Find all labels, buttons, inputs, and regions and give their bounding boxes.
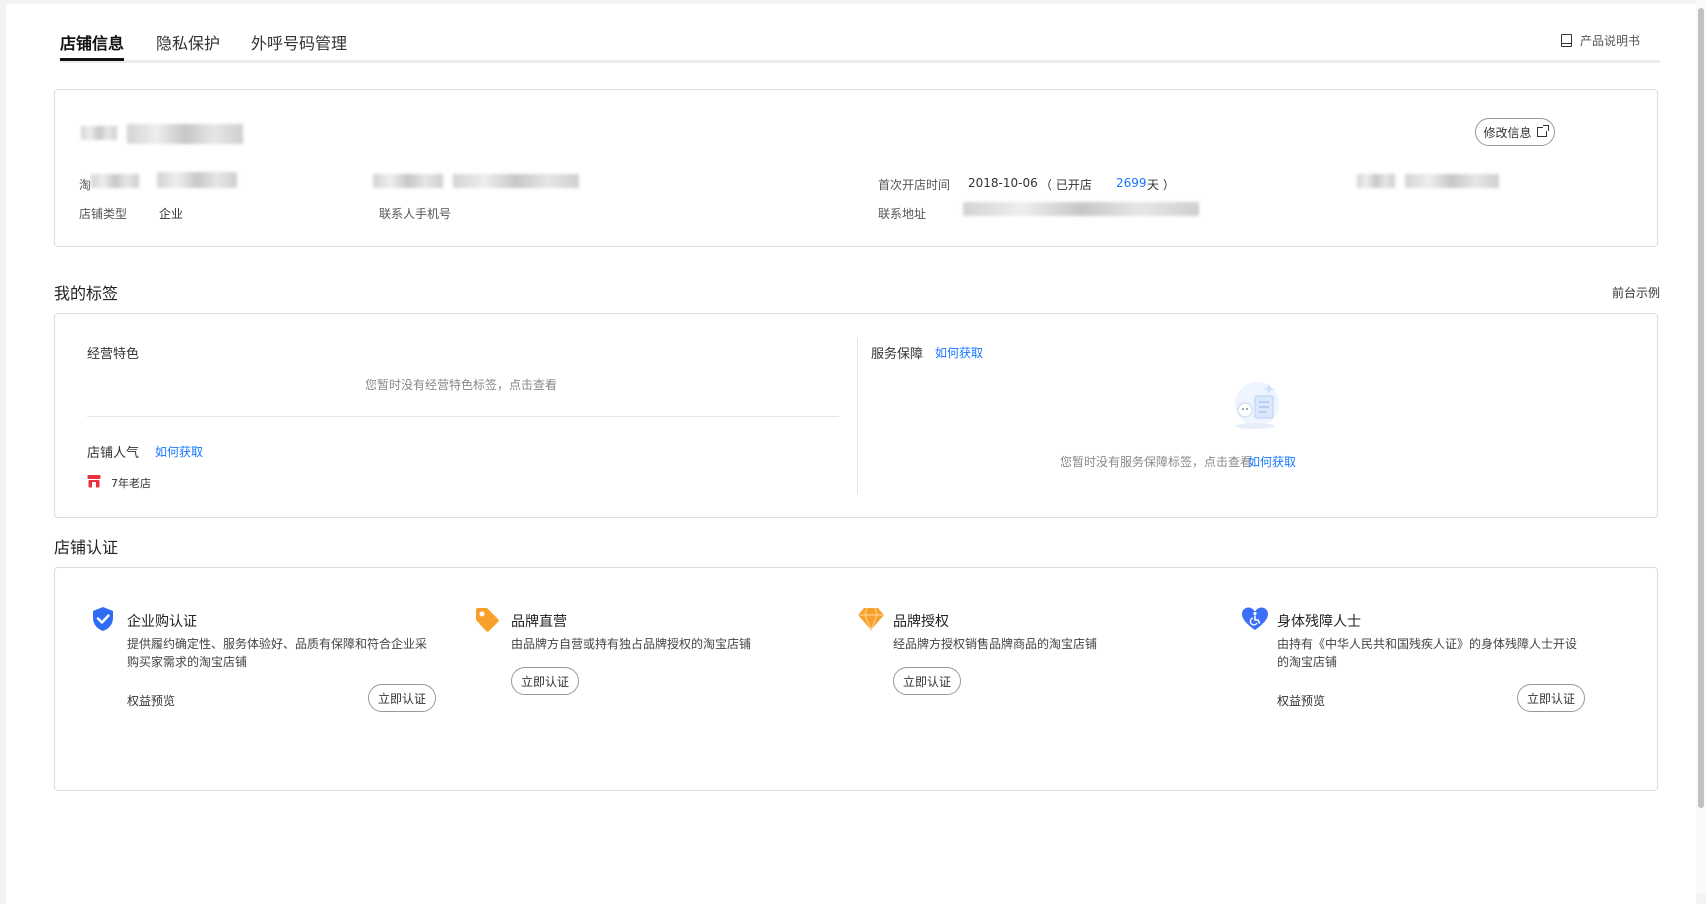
diamond-icon — [858, 607, 884, 632]
certification-card: 企业购认证 提供履约确定性、服务体验好、品质有保障和符合企业采购买家需求的淘宝店… — [54, 567, 1658, 791]
certify-now-button[interactable]: 立即认证 — [1517, 684, 1585, 712]
badge-label: 7年老店 — [111, 477, 151, 490]
product-manual-label: 产品说明书 — [1579, 34, 1640, 48]
service-empty-text: 您暂时没有服务保障标签，点击查看 — [1060, 455, 1253, 469]
frontend-preview-link[interactable]: 前台示例 — [1612, 284, 1660, 301]
shop-info-card: 修改信息 淘 首次开店时间 2018-10-06 （ 已开店 2699 天 ） … — [54, 89, 1658, 247]
my-tags-card: 经营特色 您暂时没有经营特色标签，点击查看 店铺人气 如何获取 7年老店 服务保… — [54, 313, 1658, 518]
cert-title: 品牌授权 — [893, 614, 949, 630]
cert-title: 品牌直营 — [511, 614, 567, 630]
edit-info-button[interactable]: 修改信息 — [1475, 118, 1555, 146]
popularity-how-to-get-link[interactable]: 如何获取 — [155, 443, 203, 460]
book-icon — [1560, 34, 1572, 47]
accessibility-heart-icon — [1242, 607, 1268, 630]
first-open-date: 2018-10-06 — [968, 176, 1038, 190]
field-value-redacted — [1405, 174, 1499, 188]
shop-name-redacted — [127, 124, 243, 144]
shop-name-redacted — [81, 126, 117, 140]
cert-desc: 提供履约确定性、服务体验好、品质有保障和符合企业采购买家需求的淘宝店铺 — [127, 637, 428, 669]
certify-now-button[interactable]: 立即认证 — [368, 684, 436, 712]
cert-desc: 由持有《中华人民共和国残疾人证》的身体残障人士开设的淘宝店铺 — [1277, 637, 1578, 669]
features-empty-text[interactable]: 您暂时没有经营特色标签，点击查看 — [365, 376, 557, 393]
opened-prefix: （ 已开店 — [1040, 178, 1092, 192]
contact-phone-label: 联系人手机号 — [379, 207, 452, 221]
tab-bar: 店铺信息 隐私保护 外呼号码管理 产品说明书 — [60, 26, 1660, 63]
certification-title: 店铺认证 — [54, 538, 119, 557]
account-label-redacted — [91, 174, 139, 188]
field-value-redacted — [453, 174, 579, 188]
cert-title: 身体残障人士 — [1277, 614, 1361, 630]
opened-days: 2699 — [1116, 176, 1147, 190]
benefit-preview-link[interactable]: 权益预览 — [1277, 692, 1325, 709]
address-label: 联系地址 — [878, 207, 927, 221]
tab-outbound-number[interactable]: 外呼号码管理 — [251, 30, 347, 54]
my-tags-title: 我的标签 — [54, 284, 119, 303]
cert-desc: 由品牌方自营或持有独占品牌授权的淘宝店铺 — [511, 637, 752, 651]
shop-badge-icon — [87, 475, 101, 488]
cert-title: 企业购认证 — [127, 614, 197, 630]
taobao-account-label: 淘 — [79, 178, 92, 192]
service-title: 服务保障 — [871, 347, 924, 362]
active-tab-indicator — [60, 58, 124, 61]
tag-icon — [476, 608, 499, 632]
field-label-redacted — [1357, 174, 1395, 188]
scrollbar-thumb[interactable] — [1698, 8, 1704, 808]
empty-state-illustration-icon — [1235, 382, 1279, 429]
certify-now-button[interactable]: 立即认证 — [511, 667, 579, 695]
tags-column-divider — [857, 338, 858, 494]
field-label-redacted — [373, 174, 443, 188]
shield-check-icon — [93, 607, 113, 631]
opened-suffix: 天 ） — [1147, 178, 1175, 192]
shop-type-value: 企业 — [159, 207, 184, 221]
tab-privacy[interactable]: 隐私保护 — [156, 30, 220, 54]
popularity-title: 店铺人气 — [87, 446, 140, 461]
shop-type-label: 店铺类型 — [79, 207, 128, 221]
certify-now-button[interactable]: 立即认证 — [893, 667, 961, 695]
vertical-scrollbar[interactable] — [1696, 0, 1706, 893]
account-value-redacted — [157, 172, 237, 188]
address-value-redacted — [963, 202, 1199, 216]
external-edit-icon — [1536, 125, 1549, 137]
benefit-preview-link[interactable]: 权益预览 — [127, 692, 175, 709]
edit-info-label: 修改信息 — [1483, 125, 1532, 140]
page-frame: 店铺信息 隐私保护 外呼号码管理 产品说明书 修改信息 淘 首次开店时间 201… — [6, 4, 1696, 904]
features-title: 经营特色 — [87, 347, 140, 362]
first-open-label: 首次开店时间 — [878, 178, 951, 192]
cert-desc: 经品牌方授权销售品牌商品的淘宝店铺 — [893, 637, 1098, 651]
service-empty-how-to-get-link[interactable]: 如何获取 — [1248, 453, 1296, 470]
tab-shop-info[interactable]: 店铺信息 — [60, 30, 124, 54]
features-divider — [87, 416, 839, 417]
product-manual-link[interactable]: 产品说明书 — [1560, 32, 1640, 49]
service-how-to-get-link[interactable]: 如何获取 — [935, 344, 983, 361]
